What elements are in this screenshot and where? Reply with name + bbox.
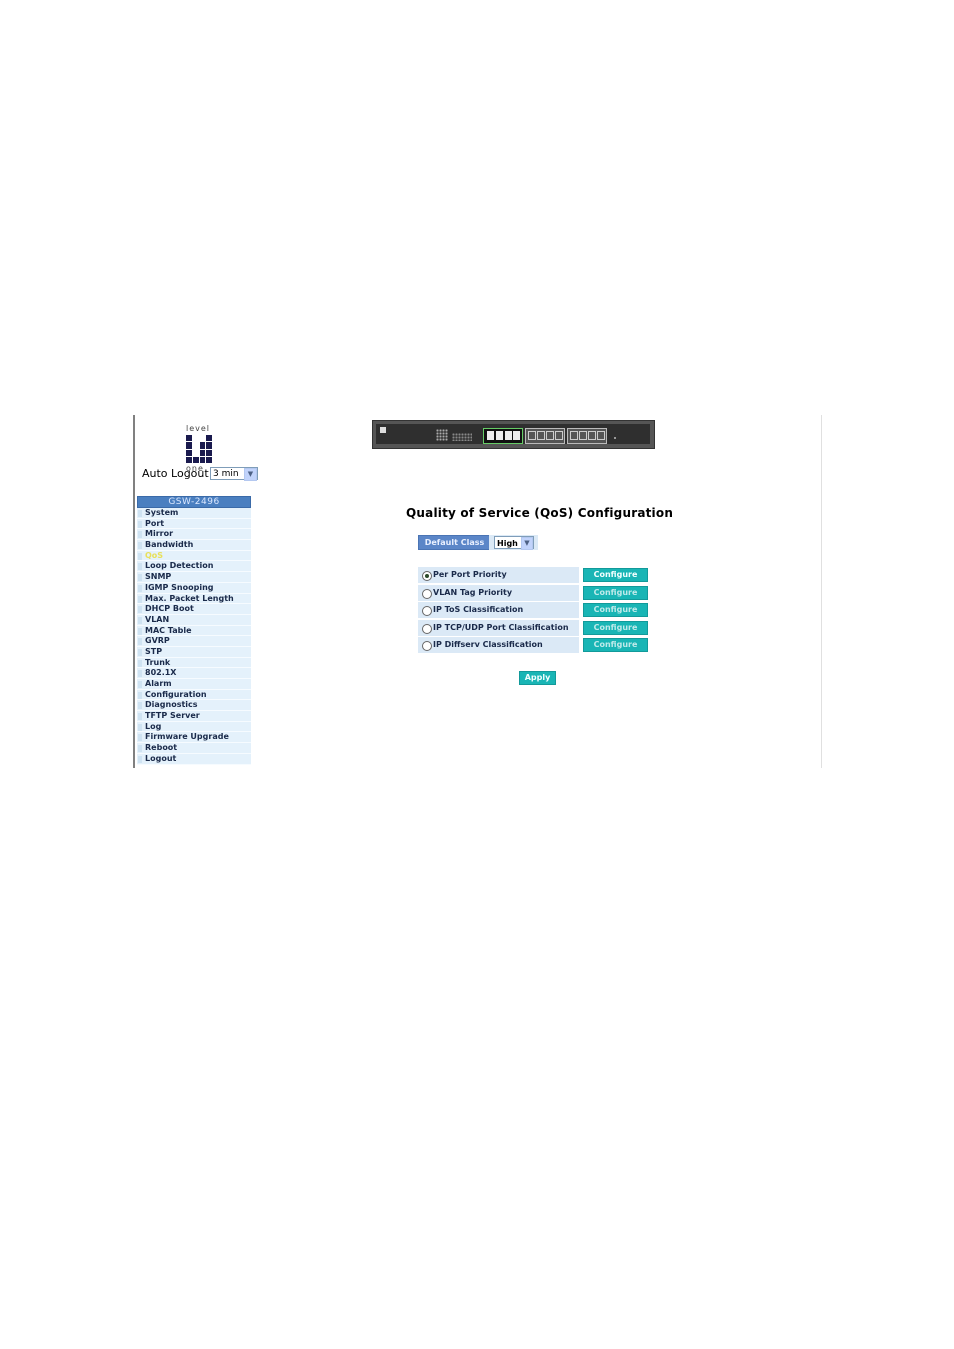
- auto-logout-label: Auto Logout: [142, 467, 209, 480]
- sidebar-item-log[interactable]: Log: [137, 721, 251, 733]
- qos-option-label: IP ToS Classification: [433, 605, 524, 614]
- qos-option-row: IP TCP/UDP Port Classification Configure: [418, 620, 649, 636]
- configure-button[interactable]: Configure: [583, 621, 648, 635]
- chevron-down-icon[interactable]: ▼: [521, 537, 533, 550]
- sidebar-item-802-1x[interactable]: 802.1X: [137, 668, 251, 679]
- port-group-icon: [483, 428, 523, 444]
- led-panel-icon: [436, 429, 448, 441]
- sidebar-item-qos[interactable]: QoS: [137, 550, 251, 562]
- sidebar-item-alarm[interactable]: Alarm: [137, 679, 251, 690]
- menu-header: GSW-2496: [137, 496, 251, 508]
- port-group-icon: [525, 428, 565, 444]
- auto-logout: Auto Logout 3 min ▼: [142, 467, 258, 481]
- sidebar-item-gvrp[interactable]: GVRP: [137, 636, 251, 647]
- sidebar-item-vlan[interactable]: VLAN: [137, 614, 251, 626]
- sidebar-item-trunk[interactable]: Trunk: [137, 657, 251, 669]
- sidebar-item-mirror[interactable]: Mirror: [137, 529, 251, 541]
- logo-mark-icon: [186, 435, 212, 463]
- qos-option-label: Per Port Priority: [433, 570, 507, 579]
- qos-option-radio[interactable]: [422, 641, 432, 651]
- sidebar-item-firmware-upgrade[interactable]: Firmware Upgrade: [137, 732, 251, 744]
- default-class-select[interactable]: High ▼: [494, 536, 534, 550]
- page-title: Quality of Service (QoS) Configuration: [406, 506, 674, 520]
- qos-option-label: VLAN Tag Priority: [433, 588, 513, 597]
- sidebar-item-dhcp-boot[interactable]: DHCP Boot: [137, 604, 251, 615]
- apply-button[interactable]: Apply: [519, 671, 556, 685]
- configure-button[interactable]: Configure: [583, 586, 648, 600]
- sidebar-item-logout[interactable]: Logout: [137, 753, 251, 765]
- qos-option-row: VLAN Tag Priority Configure: [418, 585, 649, 601]
- qos-option-row: Per Port Priority Configure: [418, 567, 649, 583]
- frame-divider: [821, 415, 822, 768]
- qos-option-radio[interactable]: [422, 589, 432, 599]
- qos-option-row: IP Diffserv Classification Configure: [418, 637, 649, 653]
- qos-option-label: IP Diffserv Classification: [433, 640, 543, 649]
- qos-option-row: IP ToS Classification Configure: [418, 602, 649, 618]
- configure-button[interactable]: Configure: [583, 638, 648, 652]
- sidebar-item-diagnostics[interactable]: Diagnostics: [137, 700, 251, 712]
- sidebar-item-igmp-snooping[interactable]: IGMP Snooping: [137, 582, 251, 594]
- default-class-value: High: [497, 539, 518, 548]
- frame-divider: [133, 415, 135, 768]
- switch-front-panel-image: [372, 420, 655, 449]
- sidebar-item-reboot[interactable]: Reboot: [137, 743, 251, 754]
- sidebar-item-port[interactable]: Port: [137, 518, 251, 530]
- sidebar-item-max-packet-length[interactable]: Max. Packet Length: [137, 593, 251, 605]
- qos-option-radio[interactable]: [422, 606, 432, 616]
- logo-top-text: level: [186, 424, 211, 433]
- web-ui-frame: level one Auto Logout 3 min ▼ GSW-2496 S…: [133, 415, 823, 768]
- sidebar-item-stp[interactable]: STP: [137, 646, 251, 658]
- configure-button[interactable]: Configure: [583, 603, 648, 617]
- auto-logout-value: 3 min: [213, 469, 239, 479]
- sidebar-menu: GSW-2496 System Port Mirror Bandwidth QoS Loo…: [137, 496, 251, 765]
- sidebar-item-configuration[interactable]: Configuration: [137, 689, 251, 701]
- sidebar-item-loop-detection[interactable]: Loop Detection: [137, 561, 251, 573]
- sidebar-item-mac-table[interactable]: MAC Table: [137, 625, 251, 637]
- qos-option-radio[interactable]: [422, 624, 432, 634]
- sidebar-item-bandwidth[interactable]: Bandwidth: [137, 540, 251, 551]
- led-panel-icon: [452, 433, 472, 441]
- qos-option-label: IP TCP/UDP Port Classification: [433, 623, 569, 632]
- sidebar-item-system[interactable]: System: [137, 508, 251, 519]
- sidebar-item-tftp-server[interactable]: TFTP Server: [137, 711, 251, 722]
- qos-option-radio[interactable]: [422, 571, 432, 581]
- auto-logout-select[interactable]: 3 min ▼: [210, 467, 258, 481]
- logo-badge-icon: [380, 427, 386, 433]
- configure-button[interactable]: Configure: [583, 568, 648, 582]
- default-class-label: Default Class: [418, 535, 491, 550]
- port-group-icon: [567, 428, 607, 444]
- sidebar-item-snmp[interactable]: SNMP: [137, 572, 251, 583]
- chevron-down-icon[interactable]: ▼: [244, 468, 257, 481]
